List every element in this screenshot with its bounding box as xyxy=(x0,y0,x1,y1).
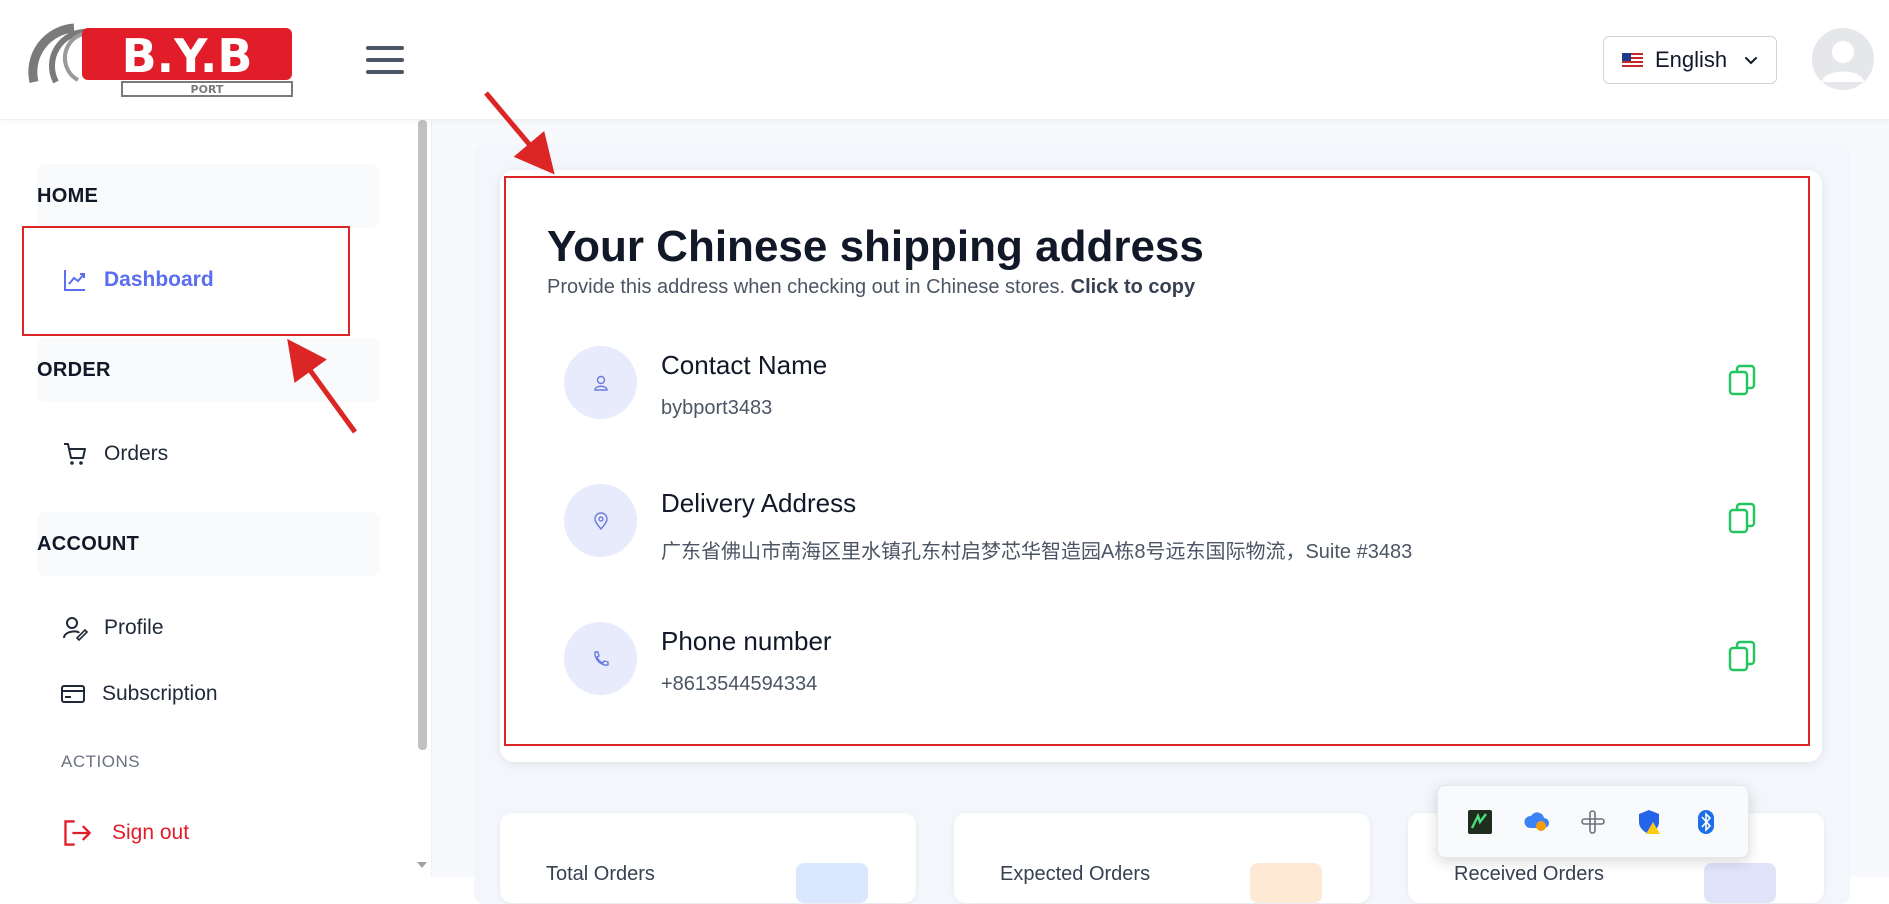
language-label: English xyxy=(1655,47,1728,72)
sign-out-button[interactable]: Sign out xyxy=(62,813,189,853)
stat-icon-chip xyxy=(1704,863,1776,903)
cart-icon xyxy=(64,443,86,465)
stat-icon-chip xyxy=(1250,863,1322,903)
annotation-highlight-address-card xyxy=(504,176,1810,746)
sidebar-item-label: Profile xyxy=(104,616,164,639)
stat-card-total-orders[interactable]: Total Orders xyxy=(500,813,916,903)
hamburger-icon xyxy=(366,46,404,50)
language-select[interactable]: English xyxy=(1603,36,1777,84)
actions-label: ACTIONS xyxy=(61,752,141,771)
credit-card-icon xyxy=(61,685,85,703)
system-tray-overflow xyxy=(1437,785,1749,858)
sidebar-item-label: Orders xyxy=(104,442,169,465)
logo-subtext: PORT xyxy=(191,83,224,96)
us-flag-icon xyxy=(1622,52,1643,68)
stat-label: Received Orders xyxy=(1454,863,1605,885)
byb-port-logo[interactable]: B.Y.B PORT xyxy=(22,22,302,98)
user-avatar[interactable] xyxy=(1812,28,1874,90)
sidebar-item-subscription[interactable]: Subscription xyxy=(60,674,218,714)
avatar-icon xyxy=(1822,41,1864,82)
cloud-sync-icon[interactable] xyxy=(1523,808,1551,836)
shield-warning-icon[interactable] xyxy=(1635,808,1663,836)
sidebar-item-profile[interactable]: Profile xyxy=(62,608,164,648)
bluetooth-icon[interactable] xyxy=(1692,808,1720,836)
menu-toggle-button[interactable] xyxy=(366,46,404,74)
sidebar-scrollbar[interactable] xyxy=(418,120,427,750)
scroll-down-icon[interactable] xyxy=(417,862,427,868)
terminal-icon[interactable] xyxy=(1466,808,1494,836)
chevron-down-icon xyxy=(1745,57,1758,65)
sidebar-item-label: Subscription xyxy=(102,682,218,705)
stat-label: Expected Orders xyxy=(1000,863,1151,885)
sidebar-section-order: ORDER xyxy=(37,338,380,402)
stat-label: Total Orders xyxy=(546,863,655,885)
top-bar: B.Y.B PORT English xyxy=(0,0,1889,120)
stat-icon-chip xyxy=(796,863,868,903)
sign-out-label: Sign out xyxy=(112,821,190,844)
logout-icon xyxy=(64,820,91,846)
annotation-highlight-dashboard xyxy=(22,226,350,336)
sidebar-item-orders[interactable]: Orders xyxy=(62,434,168,474)
slack-icon[interactable] xyxy=(1579,808,1607,836)
stat-card-expected-orders[interactable]: Expected Orders xyxy=(954,813,1370,903)
svg-text:B.Y.B: B.Y.B xyxy=(122,29,253,83)
sidebar-section-home: HOME xyxy=(37,164,380,228)
user-edit-icon xyxy=(63,617,88,641)
sidebar-section-account: ACCOUNT xyxy=(37,512,380,576)
